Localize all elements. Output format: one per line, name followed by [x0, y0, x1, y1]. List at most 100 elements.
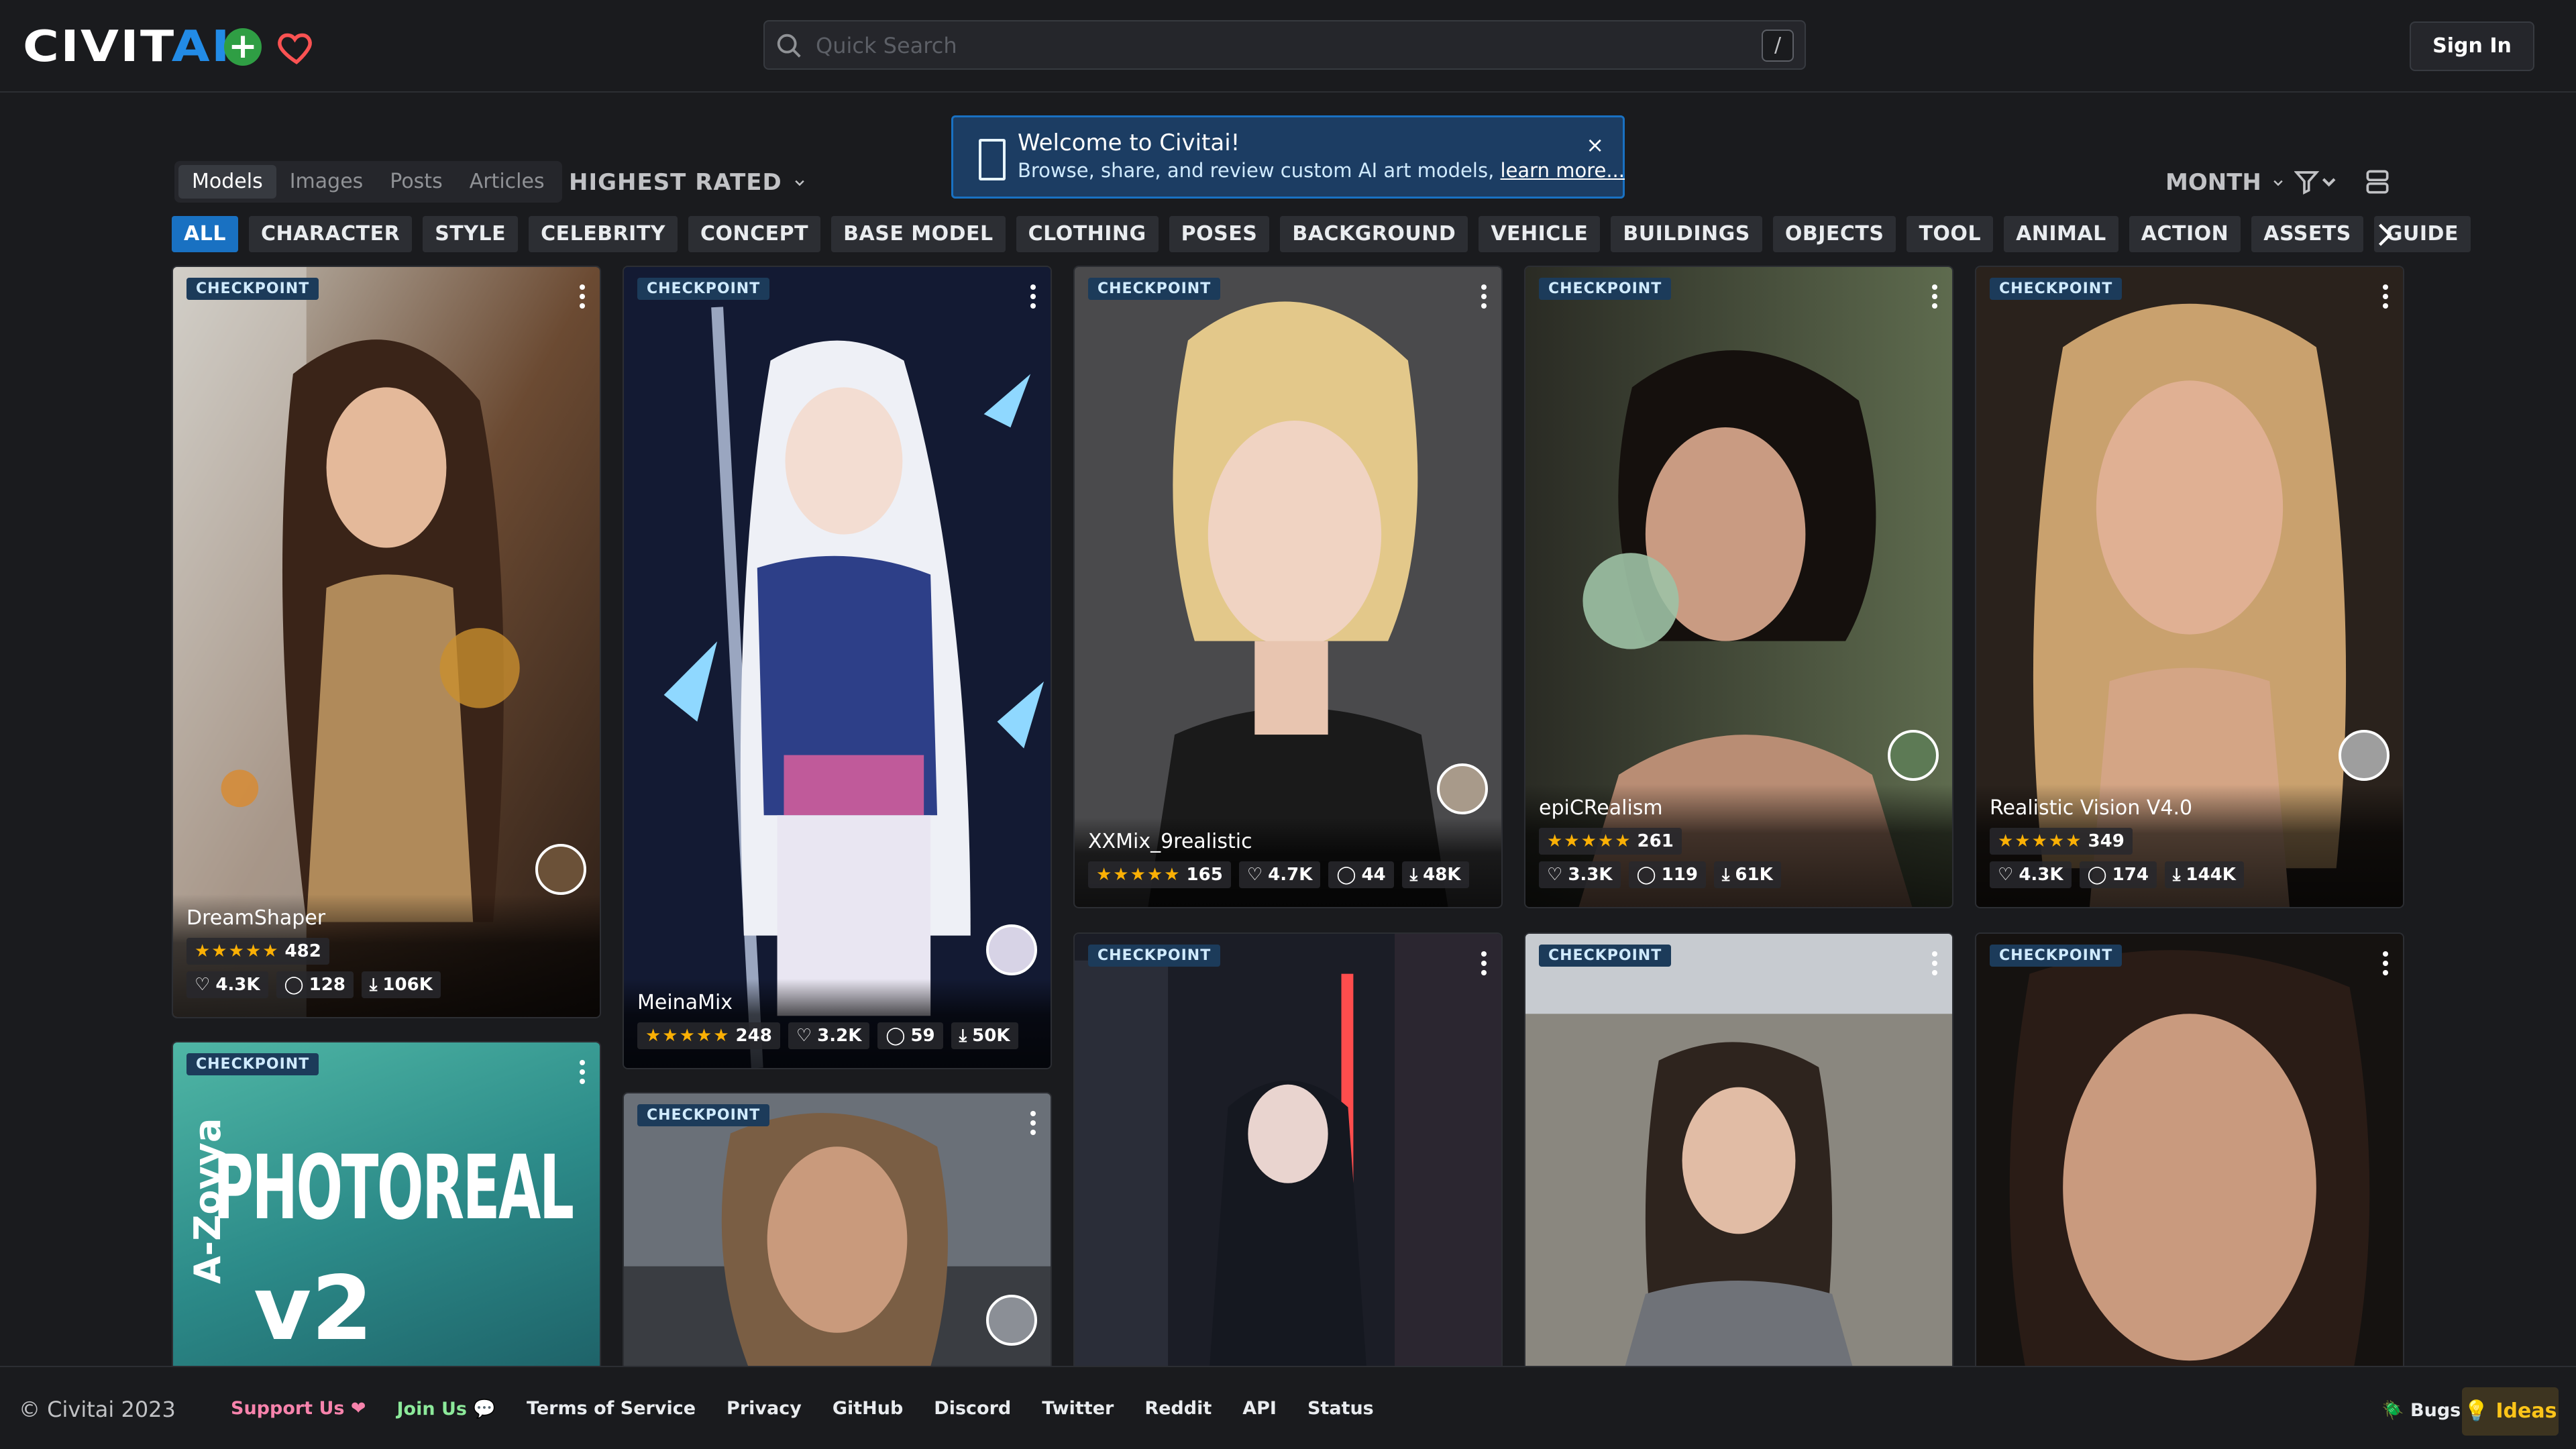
comments-count: 174: [2112, 865, 2149, 885]
sign-in-button[interactable]: Sign In: [2410, 21, 2534, 71]
support-us-link[interactable]: Support Us ❤: [231, 1398, 366, 1419]
join-us-link[interactable]: Join Us 💬: [397, 1398, 496, 1419]
footer-links: Support Us ❤ Join Us 💬 Terms of Service …: [231, 1398, 1374, 1419]
star-rating-icon: ★★★★★: [645, 1026, 731, 1046]
chip-vehicle[interactable]: VEHICLE: [1479, 216, 1601, 252]
terms-link[interactable]: Terms of Service: [527, 1398, 696, 1419]
chip-base-model[interactable]: BASE MODEL: [831, 216, 1006, 252]
chip-background[interactable]: BACKGROUND: [1280, 216, 1468, 252]
chip-poses[interactable]: POSES: [1169, 216, 1270, 252]
more-options-icon[interactable]: [2381, 283, 2390, 310]
creator-avatar[interactable]: [986, 1295, 1037, 1346]
chip-all[interactable]: ALL: [172, 216, 238, 252]
content-type-tabs: Models Images Posts Articles: [174, 161, 562, 203]
model-card[interactable]: CHECKPOINT: [1073, 932, 1503, 1390]
downloads-pill: ⤓ 50K: [951, 1022, 1018, 1049]
creator-avatar[interactable]: [2339, 730, 2390, 781]
likes-count: 4.7K: [1268, 865, 1313, 885]
download-icon: ⤓: [369, 975, 378, 995]
more-options-icon[interactable]: [578, 283, 586, 310]
reddit-link[interactable]: Reddit: [1144, 1398, 1212, 1419]
creator-avatar[interactable]: [1437, 763, 1488, 814]
creator-avatar[interactable]: [1888, 730, 1939, 781]
model-preview-image: [1525, 934, 1952, 1389]
period-dropdown[interactable]: MONTH: [2165, 169, 2287, 196]
tab-posts[interactable]: Posts: [376, 165, 455, 199]
downloads-pill: ⤓ 144K: [2164, 861, 2244, 888]
sort-dropdown[interactable]: HIGHEST RATED: [569, 169, 808, 196]
card-info: epiCRealism ★★★★★ 261 ♡ 3.3K ◯ 119 ⤓ 61K: [1525, 784, 1952, 907]
chip-animal[interactable]: ANIMAL: [2004, 216, 2118, 252]
learn-more-link[interactable]: learn more...: [1501, 159, 1625, 182]
chip-tool[interactable]: TOOL: [1907, 216, 1994, 252]
rating-count: 165: [1186, 865, 1223, 885]
model-name: epiCRealism: [1539, 796, 1663, 820]
support-heart-icon[interactable]: [276, 27, 317, 67]
more-options-icon[interactable]: [1931, 283, 1939, 310]
likes-pill: ♡ 3.2K: [788, 1022, 870, 1049]
more-options-icon[interactable]: [1480, 283, 1488, 310]
chip-objects[interactable]: OBJECTS: [1772, 216, 1896, 252]
more-options-icon[interactable]: [1029, 283, 1037, 310]
ideas-button[interactable]: 💡 Ideas: [2462, 1387, 2559, 1436]
tab-images[interactable]: Images: [276, 165, 377, 199]
model-card[interactable]: CHECKPOINT DreamShaper ★★★★★ 482 ♡ 4.3K ◯ 1…: [172, 266, 601, 1018]
model-card[interactable]: CHECKPOINT epiCRealism ★★★★★ 261 ♡ 3.3K ◯ 1…: [1524, 266, 1953, 908]
search-input[interactable]: Quick Search /: [763, 20, 1806, 70]
chevron-right-icon[interactable]: [2375, 221, 2395, 248]
more-options-icon[interactable]: [1029, 1110, 1037, 1136]
likes-count: 4.3K: [215, 975, 260, 995]
model-type-badge: CHECKPOINT: [1539, 278, 1672, 300]
creator-avatar[interactable]: [986, 924, 1037, 975]
layout-toggle-icon[interactable]: [2363, 168, 2392, 197]
rating-count: 349: [2088, 831, 2125, 851]
model-card[interactable]: CHECKPOINT: [1975, 932, 2404, 1390]
more-options-icon[interactable]: [1480, 950, 1488, 977]
creator-avatar[interactable]: [535, 844, 586, 895]
chip-clothing[interactable]: CLOTHING: [1016, 216, 1159, 252]
more-options-icon[interactable]: [578, 1059, 586, 1085]
github-link[interactable]: GitHub: [833, 1398, 903, 1419]
model-type-badge: CHECKPOINT: [186, 278, 319, 300]
model-card[interactable]: CHECKPOINT XXMix_9realistic ★★★★★ 165 ♡ 4.…: [1073, 266, 1503, 908]
model-card[interactable]: CHECKPOINT: [623, 1092, 1052, 1390]
privacy-link[interactable]: Privacy: [727, 1398, 802, 1419]
model-card[interactable]: CHECKPOINT Realistic Vision V4.0 ★★★★★ 34…: [1975, 266, 2404, 908]
image-text-photoreal: PHOTOREAL: [213, 1136, 574, 1240]
twitter-link[interactable]: Twitter: [1042, 1398, 1114, 1419]
likes-count: 3.2K: [817, 1026, 862, 1046]
downloads-count: 106K: [382, 975, 433, 995]
chip-concept[interactable]: CONCEPT: [688, 216, 821, 252]
model-preview-image: [624, 1093, 1051, 1389]
chip-character[interactable]: CHARACTER: [248, 216, 413, 252]
chevron-down-icon: [2273, 180, 2283, 186]
model-card[interactable]: CHECKPOINT: [1524, 932, 1953, 1390]
downloads-pill: ⤓ 48K: [1401, 861, 1469, 888]
civitai-logo[interactable]: CIVITAI: [23, 25, 231, 68]
model-card[interactable]: CHECKPOINT MeinaMix ★★★★★ 248 ♡ 3.2K ◯ 59 ⤓…: [623, 266, 1052, 1069]
more-options-icon[interactable]: [2381, 950, 2390, 977]
tab-articles[interactable]: Articles: [456, 165, 558, 199]
downloads-count: 61K: [1735, 865, 1773, 885]
more-options-icon[interactable]: [1931, 950, 1939, 977]
bugs-button[interactable]: 🪲 Bugs: [2381, 1399, 2461, 1421]
comments-pill: ◯ 128: [276, 971, 354, 998]
close-banner-icon[interactable]: ×: [1586, 132, 1604, 158]
chip-action[interactable]: ACTION: [2129, 216, 2241, 252]
model-preview-image: [1075, 934, 1501, 1389]
category-chips: ALL CHARACTER STYLE CELEBRITY CONCEPT BA…: [172, 216, 2471, 254]
rating-pill: ★★★★★ 482: [186, 938, 329, 965]
chip-assets[interactable]: ASSETS: [2251, 216, 2363, 252]
chip-celebrity[interactable]: CELEBRITY: [529, 216, 678, 252]
rating-pill: ★★★★★ 248: [637, 1022, 780, 1049]
create-plus-button[interactable]: +: [224, 28, 262, 66]
discord-link[interactable]: Discord: [934, 1398, 1011, 1419]
filter-icon[interactable]: [2294, 169, 2341, 196]
search-shortcut-key: /: [1762, 30, 1794, 62]
api-link[interactable]: API: [1242, 1398, 1277, 1419]
status-link[interactable]: Status: [1307, 1398, 1374, 1419]
chip-style[interactable]: STYLE: [423, 216, 519, 252]
chip-buildings[interactable]: BUILDINGS: [1611, 216, 1762, 252]
tab-models[interactable]: Models: [178, 165, 276, 199]
model-card[interactable]: A-Zovya PHOTOREAL v2 CHECKPOINT: [172, 1041, 601, 1390]
